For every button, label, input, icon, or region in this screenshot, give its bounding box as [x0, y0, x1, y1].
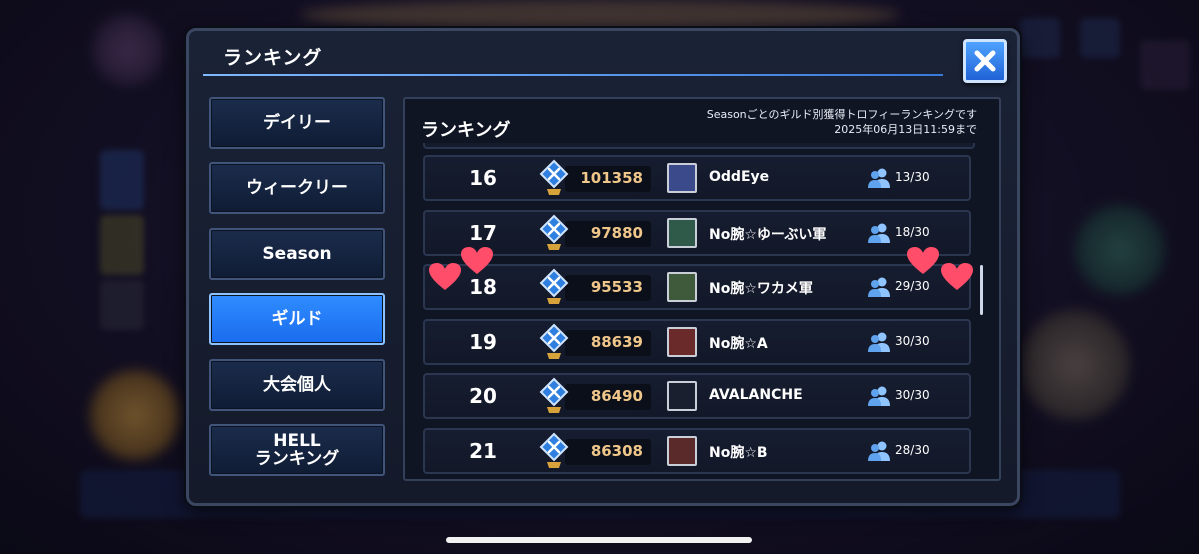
tab-guild[interactable]: ギルド — [209, 293, 385, 345]
score-box: 86490 — [565, 384, 651, 410]
member-count: 29/30 — [895, 279, 930, 293]
ranking-dialog: ランキング デイリー ウィークリー Season ギルド 大会個人 HELL ラ… — [186, 28, 1020, 506]
guild-emblem — [667, 272, 697, 302]
member-count: 28/30 — [895, 442, 930, 457]
rank-number: 19 — [469, 329, 497, 354]
close-icon — [974, 50, 996, 72]
close-button[interactable] — [963, 39, 1007, 83]
ranking-panel: ランキング Seasonごとのギルド別獲得トロフィーランキングです 2025年0… — [403, 97, 1001, 481]
trophy-icon — [539, 432, 569, 468]
score-box: 95533 — [565, 275, 651, 301]
trophy-icon — [539, 159, 569, 195]
heart-icon — [941, 263, 973, 290]
table-row[interactable]: 20 86490 AVALANCHE 30/30 — [423, 373, 971, 419]
rank-number: 18 — [469, 275, 497, 299]
table-row[interactable]: 16 101358 OddEye 13/30 — [423, 155, 971, 201]
guild-emblem — [667, 163, 697, 193]
tab-label: ギルド — [271, 309, 323, 329]
tab-label: Season — [262, 244, 332, 264]
heart-icon — [429, 263, 461, 290]
note-description: Seasonごとのギルド別獲得トロフィーランキングです — [706, 108, 977, 121]
member-count: 30/30 — [895, 333, 930, 348]
table-row[interactable]: 17 97880 No腕☆ゆーぶい軍 18/30 — [423, 209, 971, 256]
members-icon — [868, 332, 890, 352]
trophy-score: 88639 — [590, 332, 643, 351]
heart-icon — [907, 247, 939, 274]
rank-number: 21 — [469, 438, 497, 463]
list-item — [423, 143, 975, 149]
guild-name: No腕☆A — [709, 335, 768, 352]
trophy-icon — [539, 377, 569, 413]
tab-label: ウィークリー — [246, 178, 348, 198]
members-icon — [868, 277, 890, 297]
heart-icon — [461, 247, 493, 274]
note-deadline: 2025年06月13日11:59まで — [834, 123, 977, 136]
trophy-score: 97880 — [590, 223, 643, 242]
scrollbar[interactable] — [980, 265, 983, 315]
tab-daily[interactable]: デイリー — [209, 97, 385, 149]
trophy-icon — [539, 268, 569, 304]
trophy-score: 95533 — [590, 278, 643, 296]
dialog-title: ランキング — [223, 47, 323, 69]
home-indicator[interactable] — [446, 537, 752, 543]
trophy-icon — [539, 323, 569, 359]
members-icon — [868, 223, 890, 243]
members-icon — [868, 386, 890, 406]
member-count: 30/30 — [895, 388, 930, 402]
members-icon — [868, 441, 890, 461]
score-box: 86308 — [565, 438, 651, 465]
title-underline — [203, 74, 943, 76]
ranking-list[interactable]: 16 101358 OddEye 13/30 17 97880 No腕☆ゆーぶい軍 18/30… — [423, 143, 975, 476]
score-box: 97880 — [565, 220, 651, 247]
guild-name: No腕☆ワカメ軍 — [709, 281, 813, 297]
trophy-score: 86490 — [590, 387, 643, 405]
guild-emblem — [667, 326, 697, 357]
tab-label: 大会個人 — [263, 375, 331, 395]
tab-hell-ranking[interactable]: HELL ランキング — [209, 424, 385, 476]
member-count: 13/30 — [895, 170, 930, 184]
trophy-score: 86308 — [590, 441, 643, 460]
score-box: 101358 — [565, 166, 651, 192]
panel-title: ランキング — [421, 120, 511, 141]
trophy-score: 101358 — [580, 169, 643, 187]
guild-emblem — [667, 435, 697, 466]
table-row[interactable]: 21 86308 No腕☆B 28/30 — [423, 427, 971, 474]
tab-label: デイリー — [263, 113, 331, 133]
tab-season[interactable]: Season — [209, 228, 385, 280]
tab-label: HELL ランキング — [254, 431, 340, 469]
rank-number: 17 — [469, 220, 497, 245]
table-row[interactable]: 18 95533 No腕☆ワカメ軍 29/30 — [423, 264, 971, 310]
rank-number: 16 — [469, 166, 497, 190]
panel-note: Seasonごとのギルド別獲得トロフィーランキングです 2025年06月13日1… — [707, 107, 977, 137]
guild-emblem — [667, 217, 697, 248]
guild-emblem — [667, 381, 697, 411]
guild-name: AVALANCHE — [709, 387, 803, 403]
guild-name: OddEye — [709, 169, 770, 185]
trophy-icon — [539, 214, 569, 250]
tab-weekly[interactable]: ウィークリー — [209, 162, 385, 214]
guild-name: No腕☆B — [709, 444, 768, 461]
guild-name: No腕☆ゆーぶい軍 — [709, 226, 827, 243]
members-icon — [868, 168, 890, 188]
tab-tournament-individual[interactable]: 大会個人 — [209, 359, 385, 411]
table-row[interactable]: 19 88639 No腕☆A 30/30 — [423, 318, 971, 365]
rank-number: 20 — [469, 384, 497, 408]
member-count: 18/30 — [895, 224, 930, 239]
score-box: 88639 — [565, 329, 651, 356]
